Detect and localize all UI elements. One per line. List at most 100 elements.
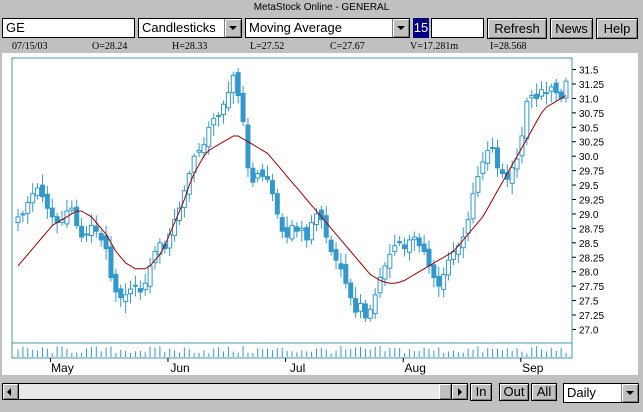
help-button[interactable]: Help bbox=[596, 18, 638, 39]
price-chart[interactable]: 27.0 27.25 27.5 27.75 28.0 28.25 28.5 28.75 29.0… bbox=[2, 53, 638, 375]
y-tick-label: 30.75 bbox=[579, 109, 604, 120]
news-button[interactable]: News bbox=[550, 18, 593, 39]
candle-body bbox=[221, 103, 226, 116]
candle-body bbox=[367, 308, 373, 319]
candle-body bbox=[30, 193, 36, 204]
candle-body bbox=[465, 219, 471, 234]
moving-average-line bbox=[17, 95, 567, 284]
candle-body bbox=[543, 92, 549, 95]
chevron-down-icon[interactable] bbox=[224, 19, 241, 37]
candle-body bbox=[382, 265, 388, 280]
candle-body bbox=[269, 180, 275, 195]
candle-body bbox=[69, 207, 75, 211]
y-tick-label: 27.5 bbox=[579, 297, 599, 308]
y-tick-label: 31.0 bbox=[579, 94, 599, 105]
candle-body bbox=[358, 302, 363, 312]
zoom-out-button[interactable]: Out bbox=[499, 383, 529, 401]
candle-body bbox=[436, 275, 442, 287]
candle-body bbox=[514, 158, 520, 170]
candle-body bbox=[250, 167, 256, 183]
scroll-left-arrow-icon[interactable] bbox=[3, 384, 19, 399]
candle-body bbox=[142, 282, 148, 291]
info-close: C=27.67 bbox=[330, 41, 365, 52]
info-open: O=28.24 bbox=[92, 41, 128, 52]
candle-body bbox=[411, 236, 417, 241]
info-indicator: I=28.568 bbox=[490, 41, 527, 52]
candle-body bbox=[167, 233, 173, 249]
scroll-track[interactable] bbox=[19, 384, 451, 399]
y-tick-label: 29.0 bbox=[579, 210, 599, 221]
candle-body bbox=[304, 227, 310, 241]
horizontal-scrollbar[interactable] bbox=[2, 383, 468, 400]
candle-body bbox=[529, 95, 535, 99]
candle-body bbox=[123, 294, 129, 303]
candle-body bbox=[323, 215, 329, 238]
candle-body bbox=[279, 217, 285, 232]
chevron-down-icon[interactable] bbox=[392, 19, 409, 37]
candle-body bbox=[333, 249, 339, 261]
period-input[interactable]: 15 bbox=[413, 18, 429, 38]
candle-body bbox=[44, 193, 50, 209]
period-spacer-field[interactable] bbox=[431, 18, 484, 38]
toolbar: GE Candlesticks Moving Average 15 Refres… bbox=[0, 16, 643, 40]
candle-body bbox=[260, 169, 266, 177]
candle-body bbox=[35, 187, 41, 197]
candle-body bbox=[265, 176, 271, 180]
candle-body bbox=[132, 284, 138, 287]
indicator-select[interactable]: Moving Average bbox=[245, 18, 410, 38]
info-volume: V=17.281m bbox=[410, 41, 459, 52]
symbol-input[interactable]: GE bbox=[2, 18, 135, 38]
candle-body bbox=[299, 227, 305, 231]
candle-body bbox=[387, 253, 393, 269]
period-select-value: Daily bbox=[567, 385, 596, 400]
candle-body bbox=[211, 118, 217, 126]
zoom-in-button[interactable]: In bbox=[470, 383, 492, 401]
info-high: H=28.33 bbox=[172, 41, 208, 52]
zoom-all-button[interactable]: All bbox=[531, 383, 557, 401]
candle-body bbox=[416, 237, 422, 247]
candle-body bbox=[338, 263, 344, 270]
candle-body bbox=[289, 224, 295, 240]
candle-body bbox=[284, 227, 290, 238]
candle-body bbox=[294, 226, 300, 232]
candle-body bbox=[402, 244, 408, 250]
info-low: L=27.52 bbox=[250, 41, 285, 52]
candle-body bbox=[406, 239, 412, 253]
x-tick-label: Jul bbox=[290, 361, 305, 375]
candle-body bbox=[343, 264, 349, 284]
price-chart-svg[interactable]: 27.0 27.25 27.5 27.75 28.0 28.25 28.5 28.75 29.0… bbox=[2, 53, 638, 375]
candle-body bbox=[421, 243, 427, 252]
candle-body bbox=[553, 82, 559, 94]
y-tick-label: 31.5 bbox=[579, 66, 599, 77]
y-tick-label: 28.5 bbox=[579, 239, 599, 250]
candle-body bbox=[328, 239, 334, 252]
candle-body bbox=[225, 92, 231, 109]
period-select[interactable]: Daily bbox=[563, 383, 639, 403]
candle-body bbox=[39, 184, 45, 198]
refresh-button[interactable]: Refresh bbox=[487, 18, 547, 39]
y-tick-label: 30.5 bbox=[579, 123, 599, 134]
candle-body bbox=[113, 273, 119, 293]
scroll-right-arrow-icon[interactable] bbox=[451, 384, 467, 399]
scroll-thumb[interactable] bbox=[439, 384, 451, 399]
candle-body bbox=[84, 233, 89, 236]
x-tick-label: Aug bbox=[405, 361, 426, 375]
y-tick-label: 30.25 bbox=[579, 138, 604, 149]
candle-body bbox=[495, 147, 500, 169]
candle-body bbox=[79, 225, 85, 238]
y-tick-label: 28.75 bbox=[579, 224, 604, 235]
candle-body bbox=[397, 241, 403, 244]
candle-body bbox=[230, 74, 236, 94]
candle-body bbox=[353, 298, 359, 313]
info-date: 07/15/03 bbox=[12, 41, 48, 52]
candle-body bbox=[392, 245, 398, 253]
chevron-down-icon[interactable] bbox=[621, 384, 638, 402]
candle-body bbox=[539, 89, 545, 97]
chart-type-select[interactable]: Candlesticks bbox=[138, 18, 242, 38]
candle-body bbox=[191, 155, 197, 173]
candle-body bbox=[362, 303, 368, 319]
candle-body bbox=[475, 175, 481, 193]
candle-body bbox=[480, 161, 486, 174]
candle-body bbox=[548, 86, 554, 92]
candle-body bbox=[348, 282, 354, 299]
